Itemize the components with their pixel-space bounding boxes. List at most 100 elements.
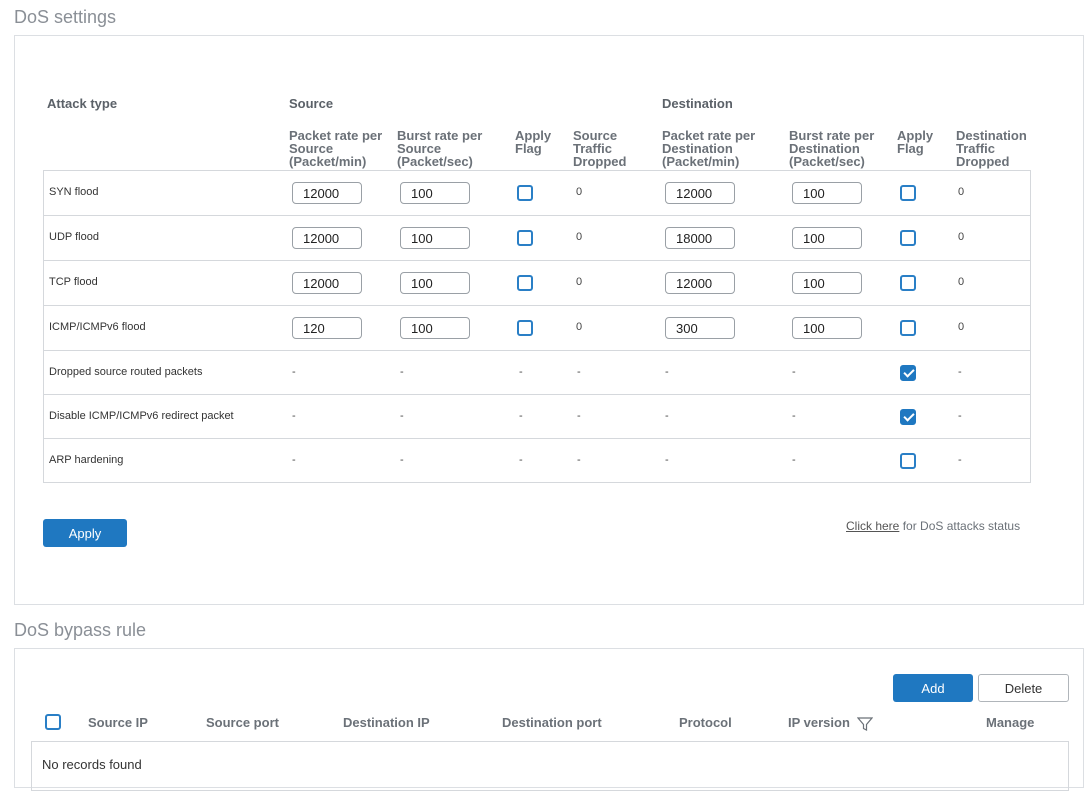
row-attack-type: UDP flood bbox=[49, 231, 99, 243]
empty-value: - bbox=[792, 454, 796, 466]
src-burst-rate-input[interactable] bbox=[400, 227, 470, 249]
column-header-line: Dropped bbox=[956, 154, 1010, 169]
src-packet-rate-input[interactable] bbox=[292, 227, 362, 249]
empty-value: - bbox=[958, 366, 962, 378]
empty-value: - bbox=[577, 454, 581, 466]
empty-value: - bbox=[292, 366, 296, 378]
dst-apply-flag-checkbox[interactable] bbox=[900, 230, 916, 246]
column-header-line: (Packet/min) bbox=[662, 154, 740, 169]
col-destination-port[interactable]: Destination port bbox=[502, 715, 602, 730]
row-attack-type: ICMP/ICMPv6 flood bbox=[49, 321, 146, 333]
empty-value: - bbox=[665, 366, 669, 378]
col-src-packet-rate: Packet rate per Source (Packet/min) bbox=[289, 129, 382, 168]
dst-packet-rate-input[interactable] bbox=[665, 227, 735, 249]
empty-message: No records found bbox=[42, 757, 142, 772]
dst-traffic-dropped: 0 bbox=[958, 186, 965, 198]
empty-value: - bbox=[665, 454, 669, 466]
col-destination-ip[interactable]: Destination IP bbox=[343, 715, 430, 730]
dst-traffic-dropped: 0 bbox=[958, 276, 965, 288]
add-button[interactable]: Add bbox=[893, 674, 973, 702]
src-burst-rate-input[interactable] bbox=[400, 317, 470, 339]
col-dst-packet-rate: Packet rate per Destination (Packet/min) bbox=[662, 129, 755, 168]
empty-value: - bbox=[519, 366, 523, 378]
table-row: Disable ICMP/ICMPv6 redirect packet - - - - -… bbox=[44, 394, 1030, 438]
col-protocol[interactable]: Protocol bbox=[679, 715, 732, 730]
column-header-line: Dropped bbox=[573, 154, 627, 169]
empty-value: - bbox=[292, 410, 296, 422]
empty-value: - bbox=[958, 410, 962, 422]
select-all-checkbox[interactable] bbox=[45, 714, 61, 730]
dst-apply-flag-checkbox[interactable] bbox=[900, 185, 916, 201]
dos-settings-panel: Attack type Source Destination Packet ra… bbox=[14, 35, 1084, 605]
col-src-burst-rate: Burst rate per Source (Packet/sec) bbox=[397, 129, 482, 168]
dst-burst-rate-input[interactable] bbox=[792, 272, 862, 294]
src-packet-rate-input[interactable] bbox=[292, 182, 362, 204]
col-source-port[interactable]: Source port bbox=[206, 715, 279, 730]
dst-traffic-dropped: 0 bbox=[958, 321, 965, 333]
column-header-line: (Packet/min) bbox=[289, 154, 367, 169]
empty-value: - bbox=[958, 454, 962, 466]
destination-group-header: Destination bbox=[662, 96, 733, 111]
dst-packet-rate-input[interactable] bbox=[665, 272, 735, 294]
empty-value: - bbox=[792, 366, 796, 378]
apply-button[interactable]: Apply bbox=[43, 519, 127, 547]
table-row: UDP flood 0 0 bbox=[44, 215, 1030, 260]
empty-value: - bbox=[292, 454, 296, 466]
row-attack-type: ARP hardening bbox=[49, 454, 124, 466]
dst-burst-rate-input[interactable] bbox=[792, 317, 862, 339]
delete-button[interactable]: Delete bbox=[978, 674, 1069, 702]
table-row: TCP flood 0 0 bbox=[44, 260, 1030, 305]
src-apply-flag-checkbox[interactable] bbox=[517, 230, 533, 246]
empty-value: - bbox=[577, 410, 581, 422]
src-traffic-dropped: 0 bbox=[576, 276, 583, 288]
filter-icon[interactable] bbox=[856, 716, 874, 737]
empty-value: - bbox=[400, 366, 404, 378]
dos-settings-table: SYN flood00UDP flood00TCP flood00ICMP/IC… bbox=[43, 170, 1031, 483]
empty-value: - bbox=[400, 454, 404, 466]
col-dst-apply-flag: Apply Flag bbox=[897, 129, 933, 155]
col-src-apply-flag: Apply Flag bbox=[515, 129, 551, 155]
src-packet-rate-input[interactable] bbox=[292, 317, 362, 339]
table-row: ARP hardening - - - - - - - bbox=[44, 438, 1030, 482]
dst-packet-rate-input[interactable] bbox=[665, 317, 735, 339]
dos-bypass-panel: Add Delete Source IP Source port Destina… bbox=[14, 648, 1084, 791]
bypass-table-body: No records found bbox=[31, 741, 1069, 791]
col-manage: Manage bbox=[986, 715, 1035, 730]
row-attack-type: TCP flood bbox=[49, 276, 98, 288]
empty-value: - bbox=[577, 366, 581, 378]
col-dst-dropped: Destination Traffic Dropped bbox=[956, 129, 1027, 168]
source-group-header: Source bbox=[289, 96, 334, 111]
empty-value: - bbox=[519, 410, 523, 422]
src-traffic-dropped: 0 bbox=[576, 321, 583, 333]
dst-apply-flag-checkbox[interactable] bbox=[900, 365, 916, 381]
src-apply-flag-checkbox[interactable] bbox=[517, 275, 533, 291]
dos-status-link[interactable]: Click here bbox=[846, 519, 899, 533]
table-row: Dropped source routed packets - - - - - - - bbox=[44, 350, 1030, 394]
col-src-dropped: Source Traffic Dropped bbox=[573, 129, 626, 168]
dst-apply-flag-checkbox[interactable] bbox=[900, 320, 916, 336]
row-attack-type: Dropped source routed packets bbox=[49, 366, 203, 378]
row-attack-type: Disable ICMP/ICMPv6 redirect packet bbox=[49, 410, 234, 422]
dst-apply-flag-checkbox[interactable] bbox=[900, 275, 916, 291]
column-header-line: (Packet/sec) bbox=[789, 154, 865, 169]
src-apply-flag-checkbox[interactable] bbox=[517, 320, 533, 336]
column-header-line: Flag bbox=[897, 141, 924, 156]
src-packet-rate-input[interactable] bbox=[292, 272, 362, 294]
col-source-ip[interactable]: Source IP bbox=[88, 715, 148, 730]
dst-traffic-dropped: 0 bbox=[958, 231, 965, 243]
dst-burst-rate-input[interactable] bbox=[792, 227, 862, 249]
dos-status-text: for DoS attacks status bbox=[899, 519, 1021, 533]
dst-apply-flag-checkbox[interactable] bbox=[900, 409, 916, 425]
col-ip-version[interactable]: IP version bbox=[788, 715, 850, 730]
column-header-line: Flag bbox=[515, 141, 542, 156]
table-row: ICMP/ICMPv6 flood 0 0 bbox=[44, 305, 1030, 350]
dos-settings-title: DoS settings bbox=[14, 7, 117, 27]
empty-value: - bbox=[792, 410, 796, 422]
src-apply-flag-checkbox[interactable] bbox=[517, 185, 533, 201]
dst-burst-rate-input[interactable] bbox=[792, 182, 862, 204]
dst-packet-rate-input[interactable] bbox=[665, 182, 735, 204]
src-burst-rate-input[interactable] bbox=[400, 272, 470, 294]
src-burst-rate-input[interactable] bbox=[400, 182, 470, 204]
src-traffic-dropped: 0 bbox=[576, 231, 583, 243]
dst-apply-flag-checkbox[interactable] bbox=[900, 453, 916, 469]
